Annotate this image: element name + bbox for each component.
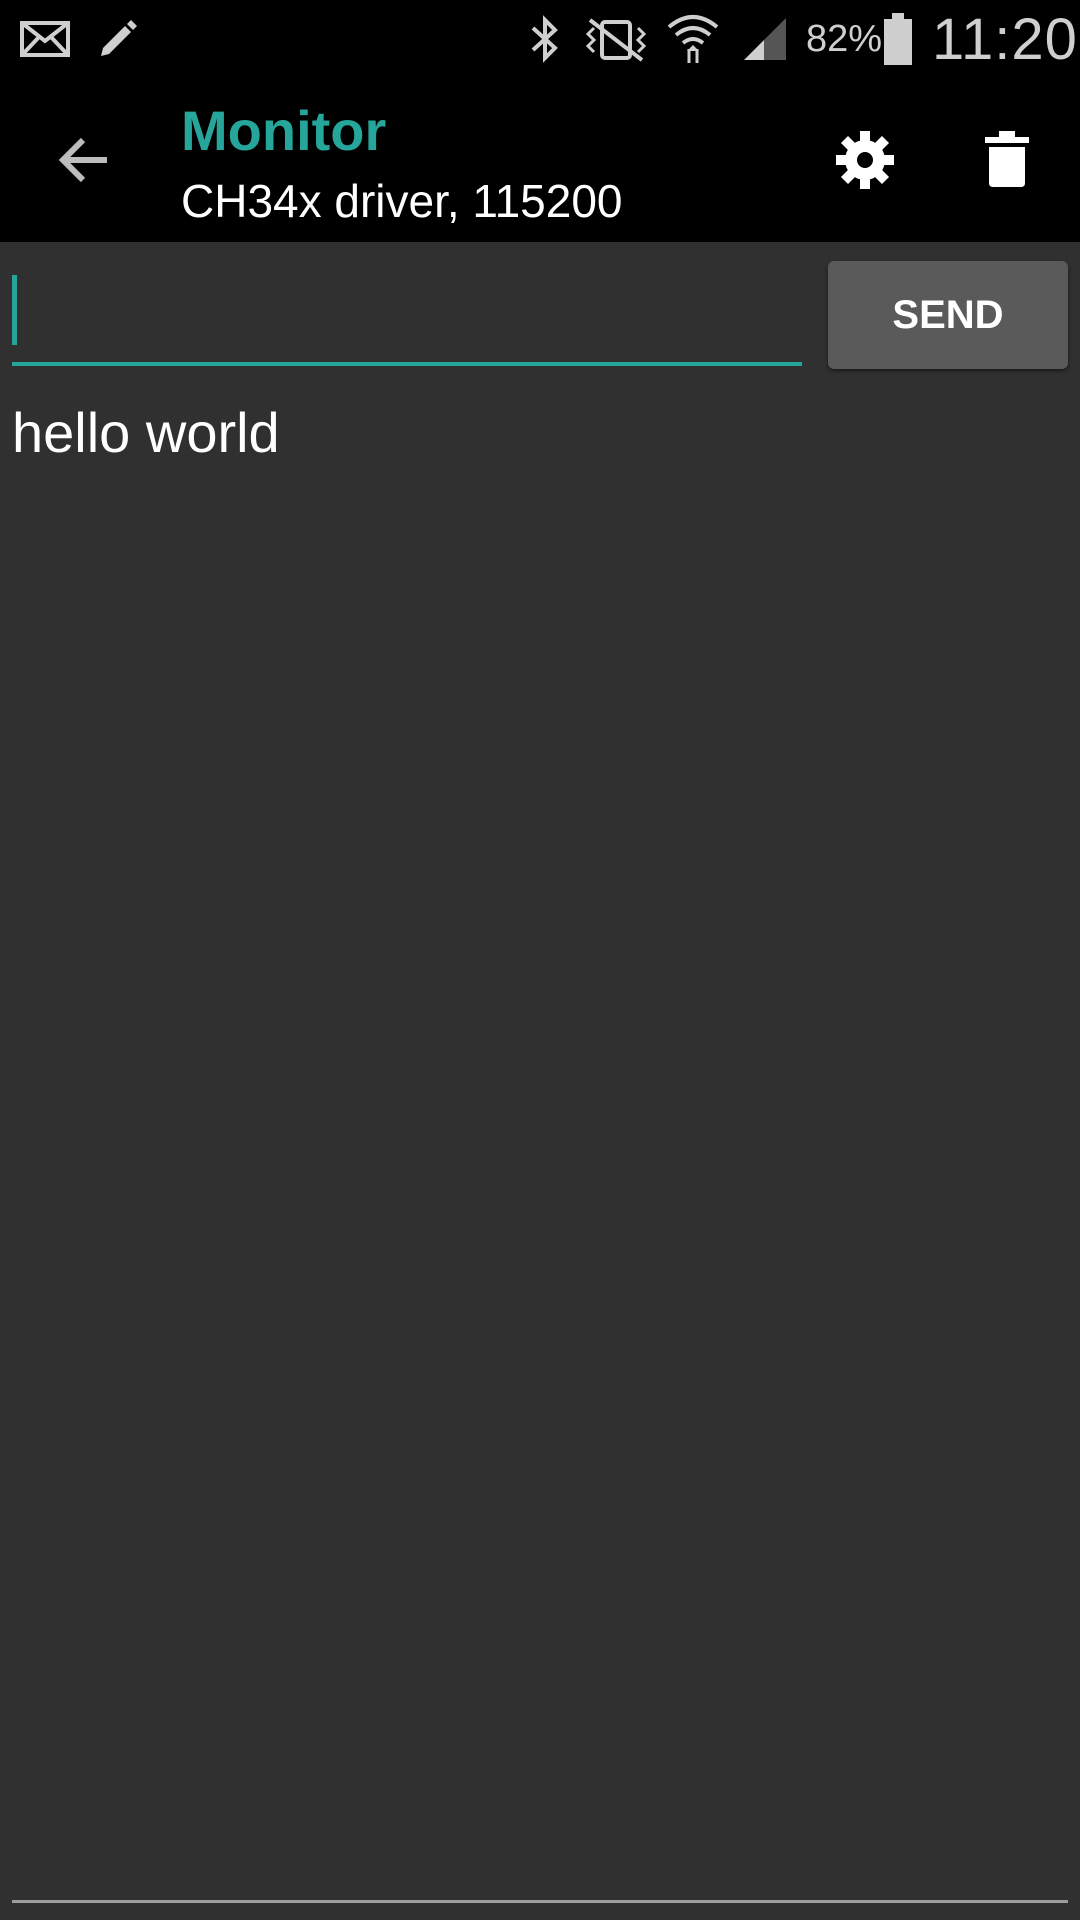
trash-icon: [985, 131, 1029, 187]
page-title: Monitor: [181, 99, 387, 162]
app-bar: Monitor CH34x driver, 115200: [0, 78, 1080, 242]
wifi-icon: [665, 0, 721, 78]
back-arrow-icon: [59, 137, 107, 183]
clock: 11:20: [932, 6, 1078, 72]
gear-icon: [836, 131, 894, 189]
battery-percent: 82%: [806, 17, 883, 60]
status-bar: 82% 11:20: [0, 0, 1080, 78]
mail-icon: [20, 0, 70, 78]
back-button[interactable]: [40, 120, 130, 200]
send-input[interactable]: [12, 270, 802, 366]
pencil-icon: [95, 0, 141, 78]
send-button[interactable]: SEND: [828, 261, 1068, 369]
page-subtitle: CH34x driver, 115200: [181, 175, 623, 227]
clear-button[interactable]: [962, 118, 1052, 202]
divider: [12, 1900, 1068, 1903]
text-cursor: [12, 275, 17, 345]
receive-text: hello world: [12, 401, 280, 464]
battery-icon: [882, 0, 914, 78]
signal-icon: [740, 0, 790, 78]
vibrate-icon: [580, 0, 652, 78]
settings-button[interactable]: [820, 118, 910, 202]
bluetooth-icon: [527, 0, 563, 78]
